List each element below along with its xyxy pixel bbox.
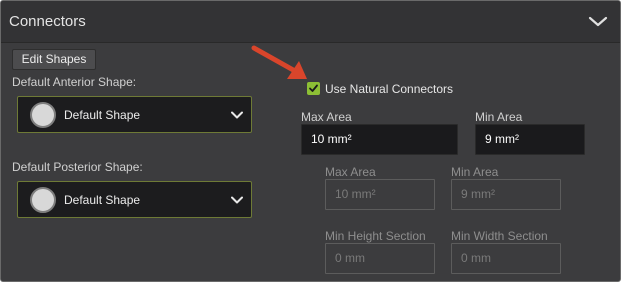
- disabled-max-area-input[interactable]: 10 mm²: [325, 179, 435, 210]
- disabled-max-area-label: Max Area: [325, 165, 376, 179]
- max-area-input[interactable]: 10 mm²: [301, 124, 458, 155]
- checkmark-icon: [309, 84, 318, 92]
- min-height-section-label: Min Height Section: [325, 229, 426, 243]
- pointer-arrow-icon: [251, 45, 307, 79]
- chevron-down-icon: [231, 111, 243, 119]
- shape-preview-icon: [30, 187, 56, 213]
- max-area-label: Max Area: [301, 110, 352, 124]
- min-width-section-label: Min Width Section: [451, 229, 548, 243]
- connectors-panel: Connectors Edit Shapes Default Anterior …: [0, 0, 621, 282]
- min-height-section-input[interactable]: 0 mm: [325, 243, 435, 274]
- natural-connectors-label[interactable]: Use Natural Connectors: [325, 82, 453, 96]
- anterior-shape-select[interactable]: Default Shape: [17, 96, 252, 133]
- anterior-shape-value: Default Shape: [64, 108, 141, 122]
- panel-title: Connectors: [9, 13, 86, 30]
- chevron-down-icon[interactable]: [588, 14, 608, 28]
- panel-header[interactable]: Connectors: [1, 1, 620, 43]
- disabled-min-area-input[interactable]: 9 mm²: [451, 179, 561, 210]
- posterior-shape-label: Default Posterior Shape:: [12, 160, 143, 174]
- min-width-section-input[interactable]: 0 mm: [451, 243, 561, 274]
- chevron-down-icon: [231, 196, 243, 204]
- edit-shapes-button[interactable]: Edit Shapes: [12, 49, 96, 70]
- shape-preview-icon: [30, 102, 56, 128]
- natural-connectors-checkbox[interactable]: [307, 82, 320, 95]
- disabled-min-area-label: Min Area: [451, 165, 499, 179]
- posterior-shape-select[interactable]: Default Shape: [17, 181, 252, 218]
- anterior-shape-label: Default Anterior Shape:: [12, 75, 137, 89]
- min-area-label: Min Area: [475, 110, 523, 124]
- min-area-input[interactable]: 9 mm²: [475, 124, 585, 155]
- posterior-shape-value: Default Shape: [64, 193, 141, 207]
